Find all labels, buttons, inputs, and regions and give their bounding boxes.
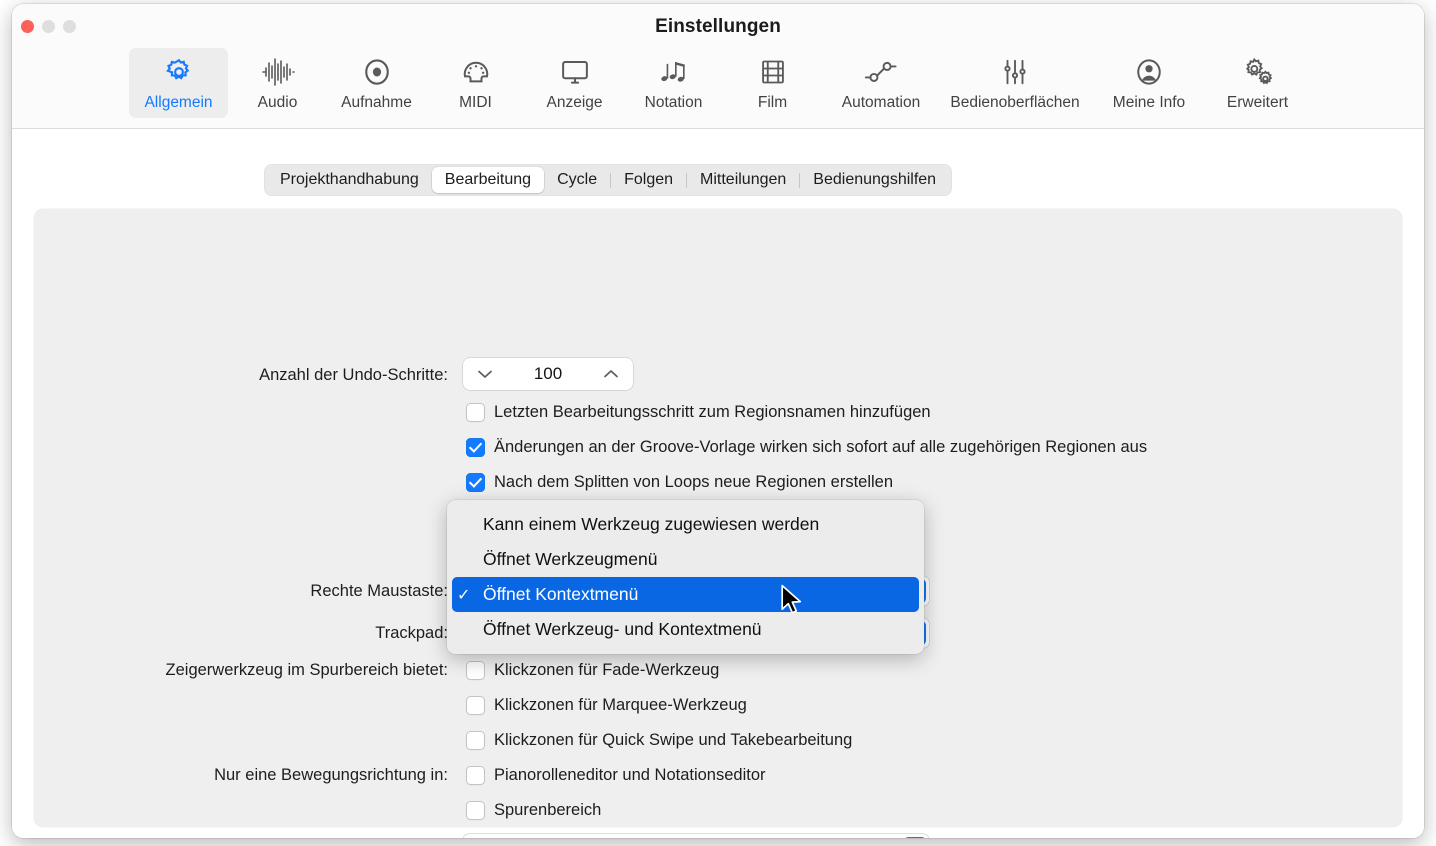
menu-item-assign-to-tool[interactable]: Kann einem Werkzeug zugewiesen werden xyxy=(447,507,924,542)
right-mouse-button-label: Rechte Maustaste: xyxy=(310,582,448,600)
menu-item-checkmark: ✓ xyxy=(457,586,471,604)
toolbar-item-label: MIDI xyxy=(459,94,492,111)
preferences-toolbar: Allgemein Audio Aufnahme MIDI Anzeige No… xyxy=(12,48,1424,126)
tab-label: Bedienungshilfen xyxy=(813,171,937,188)
checkbox-fade-tool-zones[interactable] xyxy=(466,660,485,680)
checkbox-label: Pianorolleneditor und Notationseditor xyxy=(494,765,766,784)
toolbar-item-erweitert[interactable]: Erweitert xyxy=(1208,48,1307,118)
checkbox-label: Klickzonen für Quick Swipe und Takebearb… xyxy=(494,730,853,749)
toolbar-item-film[interactable]: Film xyxy=(723,48,822,118)
checkbox-split-loops[interactable] xyxy=(466,472,485,492)
checkbox-label: Klickzonen für Fade-Werkzeug xyxy=(494,660,720,679)
double-click-midi-popup[interactable]: Pianorolleneditor xyxy=(463,834,929,838)
toolbar-item-meine-info[interactable]: Meine Info xyxy=(1090,48,1208,118)
checkbox-row-split-loops[interactable]: Nach dem Splitten von Loops neue Regione… xyxy=(466,470,893,494)
gear-icon xyxy=(164,55,194,89)
settings-tabbar: Projekthandhabung Bearbeitung Cycle Folg… xyxy=(264,164,953,196)
toolbar-item-notation[interactable]: Notation xyxy=(624,48,723,118)
checkbox-row-marquee-tool-zones[interactable]: Klickzonen für Marquee-Werkzeug xyxy=(466,693,747,717)
undo-steps-stepper[interactable]: 100 xyxy=(463,358,633,390)
menu-item-opens-context-menu[interactable]: ✓ Öffnet Kontextmenü xyxy=(452,577,919,612)
checkbox-label: Nach dem Splitten von Loops neue Regione… xyxy=(494,472,894,491)
screen-root: Einstellungen Allgemein Audio Aufnahme M… xyxy=(0,0,1436,846)
checkbox-label: Klickzonen für Marquee-Werkzeug xyxy=(494,695,747,714)
checkbox-track-area[interactable] xyxy=(466,800,485,820)
checkbox-row-track-area[interactable]: Spurenbereich xyxy=(466,798,601,822)
window-titlebar: Einstellungen Allgemein Audio Aufnahme M… xyxy=(12,4,1424,129)
music-notes-icon xyxy=(659,55,689,89)
toolbar-item-audio[interactable]: Audio xyxy=(228,48,327,118)
chevron-up-icon[interactable] xyxy=(603,369,619,379)
preferences-body: Projekthandhabung Bearbeitung Cycle Folg… xyxy=(12,129,1424,838)
toolbar-item-label: Notation xyxy=(644,94,703,111)
toolbar-item-midi[interactable]: MIDI xyxy=(426,48,525,118)
tab-folgen[interactable]: Folgen xyxy=(611,167,686,193)
sliders-icon xyxy=(1000,55,1030,89)
tab-label: Projekthandhabung xyxy=(280,171,419,188)
checkbox-label: Letzten Bearbeitungsschritt zum Regionsn… xyxy=(494,402,931,421)
undo-steps-label: Anzahl der Undo-Schritte: xyxy=(259,366,448,384)
person-circle-icon xyxy=(1134,55,1164,89)
checkbox-quick-swipe-zones[interactable] xyxy=(466,730,485,750)
single-direction-label: Nur eine Bewegungsrichtung in: xyxy=(214,766,448,784)
toolbar-item-label: Audio xyxy=(257,94,298,111)
checkbox-piano-roll-score-editor[interactable] xyxy=(466,765,485,785)
tab-mitteilungen[interactable]: Mitteilungen xyxy=(687,167,799,193)
toolbar-item-label: Anzeige xyxy=(546,94,603,111)
checkbox-add-last-edit-step[interactable] xyxy=(466,402,485,422)
tab-bedienungshilfen[interactable]: Bedienungshilfen xyxy=(800,167,949,193)
checkbox-row-fade-tool-zones[interactable]: Klickzonen für Fade-Werkzeug xyxy=(466,658,719,682)
window-title: Einstellungen xyxy=(655,16,781,37)
toolbar-item-label: Allgemein xyxy=(144,94,213,111)
checkbox-groove-template[interactable] xyxy=(466,437,485,457)
menu-item-label: Öffnet Kontextmenü xyxy=(483,584,639,604)
pointer-tool-label: Zeigerwerkzeug im Spurbereich bietet: xyxy=(165,661,448,679)
chevron-down-icon[interactable] xyxy=(477,369,493,379)
right-mouse-button-menu[interactable]: Kann einem Werkzeug zugewiesen werden Öf… xyxy=(447,500,924,654)
tab-label: Folgen xyxy=(624,171,674,188)
menu-item-label: Öffnet Werkzeugmenü xyxy=(483,549,658,569)
film-strip-icon xyxy=(759,55,787,89)
midi-connector-icon xyxy=(461,55,491,89)
toolbar-item-allgemein[interactable]: Allgemein xyxy=(129,48,228,118)
toolbar-item-label: Film xyxy=(757,94,788,111)
toolbar-item-anzeige[interactable]: Anzeige xyxy=(525,48,624,118)
menu-item-opens-tool-menu[interactable]: Öffnet Werkzeugmenü xyxy=(447,542,924,577)
toolbar-item-bedienoberflaechen[interactable]: Bedienoberflächen xyxy=(940,48,1090,118)
checkbox-row-groove-template[interactable]: Änderungen an der Groove-Vorlage wirken … xyxy=(466,435,1147,459)
tab-label: Mitteilungen xyxy=(700,171,787,188)
toolbar-item-label: Meine Info xyxy=(1112,94,1186,111)
gears-icon xyxy=(1242,55,1274,89)
menu-item-label: Öffnet Werkzeug- und Kontextmenü xyxy=(483,619,762,639)
waveform-icon xyxy=(261,55,295,89)
checkbox-row-add-last-edit-step[interactable]: Letzten Bearbeitungsschritt zum Regionsn… xyxy=(466,400,931,424)
toolbar-item-automation[interactable]: Automation xyxy=(822,48,940,118)
tab-label: Bearbeitung xyxy=(444,171,532,188)
toolbar-item-label: Automation xyxy=(841,94,921,111)
tab-projekthandhabung[interactable]: Projekthandhabung xyxy=(267,167,432,193)
toolbar-item-aufnahme[interactable]: Aufnahme xyxy=(327,48,426,118)
checkbox-row-quick-swipe-zones[interactable]: Klickzonen für Quick Swipe und Takebearb… xyxy=(466,728,852,752)
double-click-midi-label: Doppelklick auf MIDI-Region öffnet: xyxy=(34,837,448,838)
toolbar-item-label: Erweitert xyxy=(1226,94,1289,111)
toolbar-item-label: Bedienoberflächen xyxy=(950,94,1080,111)
trackpad-label: Trackpad: xyxy=(375,624,448,642)
menu-item-label: Kann einem Werkzeug zugewiesen werden xyxy=(483,514,820,534)
record-circle-icon xyxy=(362,55,392,89)
checkbox-marquee-tool-zones[interactable] xyxy=(466,695,485,715)
tab-cycle[interactable]: Cycle xyxy=(544,167,610,193)
checkbox-row-piano-roll-score-editor[interactable]: Pianorolleneditor und Notationseditor xyxy=(466,763,766,787)
tab-bearbeitung[interactable]: Bearbeitung xyxy=(431,167,545,193)
preferences-window: Einstellungen Allgemein Audio Aufnahme M… xyxy=(12,4,1424,838)
toolbar-item-label: Aufnahme xyxy=(341,94,412,111)
checkbox-label: Spurenbereich xyxy=(494,800,602,819)
checkbox-label: Änderungen an der Groove-Vorlage wirken … xyxy=(494,437,1148,456)
chevron-up-down-icon xyxy=(904,837,926,838)
display-monitor-icon xyxy=(560,55,590,89)
menu-item-opens-tool-and-context-menu[interactable]: Öffnet Werkzeug- und Kontextmenü xyxy=(447,612,924,647)
automation-node-icon xyxy=(864,55,898,89)
tab-label: Cycle xyxy=(557,171,598,188)
